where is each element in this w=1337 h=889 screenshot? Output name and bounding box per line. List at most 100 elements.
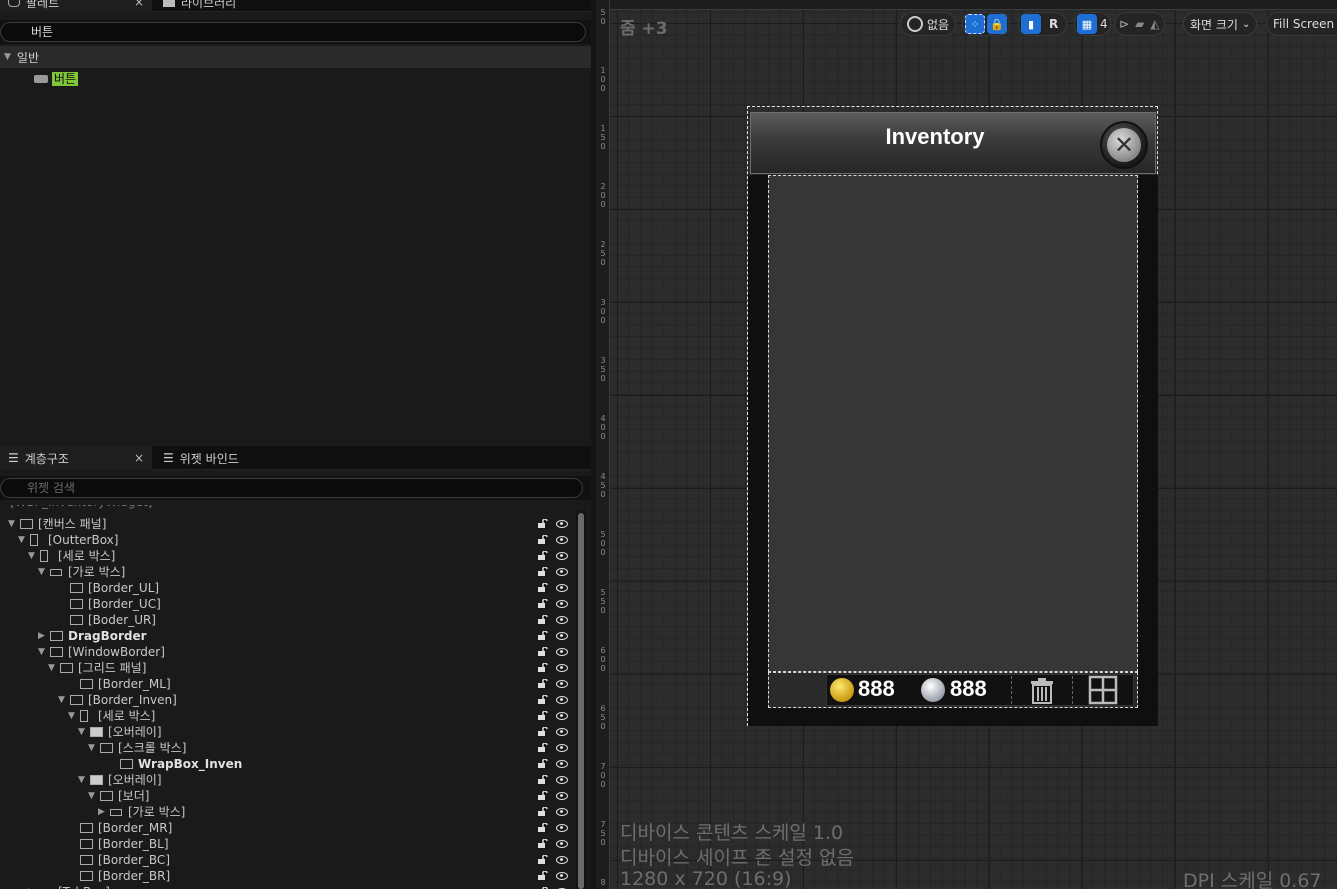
- eye-icon[interactable]: [556, 840, 568, 848]
- chevron-right-icon[interactable]: ▶: [98, 804, 108, 820]
- chevron-down-icon[interactable]: ▼: [68, 708, 78, 724]
- screen-size-dropdown[interactable]: 화면 크기 ⌄: [1183, 12, 1258, 36]
- hierarchy-scrollbar[interactable]: [576, 510, 586, 889]
- unlock-icon[interactable]: [538, 551, 548, 560]
- hierarchy-row[interactable]: ▼ [세로 박스]: [0, 548, 576, 564]
- chevron-down-icon[interactable]: ▼: [28, 548, 38, 564]
- unlock-icon[interactable]: [538, 711, 548, 720]
- landscape-icon[interactable]: ▰: [1135, 17, 1144, 31]
- chevron-down-icon[interactable]: ▼: [18, 532, 28, 548]
- trash-icon[interactable]: [1026, 675, 1058, 705]
- unlock-icon[interactable]: [538, 519, 548, 528]
- border-bottom[interactable]: [748, 708, 1158, 726]
- eye-icon[interactable]: [556, 824, 568, 832]
- hierarchy-row[interactable]: ▼ [스크롤 박스]: [0, 740, 576, 756]
- unlock-icon[interactable]: [538, 727, 548, 736]
- triangle-icon[interactable]: ◭: [1150, 17, 1159, 31]
- close-icon[interactable]: ×: [134, 451, 144, 465]
- grid-icon[interactable]: ▦: [1077, 14, 1097, 34]
- hierarchy-row[interactable]: ▼ [오버레이]: [0, 724, 576, 740]
- select-region-icon[interactable]: ⁘: [965, 14, 985, 34]
- snap-lock-group[interactable]: ⁘ 🔒: [962, 12, 1010, 36]
- hierarchy-row[interactable]: ▼ [오버레이]: [0, 772, 576, 788]
- palette-search-input[interactable]: 버튼: [0, 22, 586, 42]
- eye-icon[interactable]: [556, 776, 568, 784]
- tab-library[interactable]: 라이브러리: [155, 0, 335, 12]
- tab-palette[interactable]: 팔레트 ×: [0, 0, 152, 12]
- eye-icon[interactable]: [556, 728, 568, 736]
- eye-icon[interactable]: [556, 760, 568, 768]
- view-modes-group[interactable]: ⊳ ▰ ◭: [1114, 12, 1165, 36]
- unlock-icon[interactable]: [538, 583, 548, 592]
- unlock-icon[interactable]: [538, 679, 548, 688]
- hierarchy-row[interactable]: [Boder_UR]: [0, 612, 576, 628]
- eye-icon[interactable]: [556, 744, 568, 752]
- unlock-icon[interactable]: [538, 855, 548, 864]
- eye-icon[interactable]: [556, 856, 568, 864]
- unlock-icon[interactable]: [538, 743, 548, 752]
- eye-icon[interactable]: [556, 632, 568, 640]
- border-ml[interactable]: [748, 175, 768, 725]
- unlock-icon[interactable]: [538, 791, 548, 800]
- unlock-icon[interactable]: [538, 839, 548, 848]
- eye-icon[interactable]: [556, 680, 568, 688]
- hierarchy-row[interactable]: ▼ [OutterBox]: [0, 532, 576, 548]
- hierarchy-row[interactable]: ▼ [Border_Inven]: [0, 692, 576, 708]
- unlock-icon[interactable]: [538, 807, 548, 816]
- hierarchy-row[interactable]: WrapBox_Inven: [0, 756, 576, 772]
- chevron-down-icon[interactable]: ▼: [78, 772, 88, 788]
- chevron-down-icon[interactable]: ▼: [8, 516, 18, 532]
- grid-snap-group[interactable]: ▦ 4: [1074, 12, 1111, 36]
- hierarchy-row[interactable]: [Border_BR]: [0, 868, 576, 884]
- pivot-icon[interactable]: ▮: [1021, 14, 1041, 34]
- chevron-down-icon[interactable]: ▼: [78, 724, 88, 740]
- category-general[interactable]: ▼ 일반: [0, 46, 591, 68]
- unlock-icon[interactable]: [538, 663, 548, 672]
- sort-grid-icon[interactable]: [1087, 675, 1119, 705]
- hierarchy-row[interactable]: ▼ [WindowBorder]: [0, 644, 576, 660]
- hierarchy-row[interactable]: [Border_UL]: [0, 580, 576, 596]
- chevron-right-icon[interactable]: ▶: [38, 628, 48, 644]
- eye-icon[interactable]: [556, 712, 568, 720]
- hierarchy-row[interactable]: [Border_ML]: [0, 676, 576, 692]
- unlock-icon[interactable]: [538, 695, 548, 704]
- scrollbar-thumb[interactable]: [578, 513, 584, 889]
- eye-icon[interactable]: [556, 584, 568, 592]
- hierarchy-search-input[interactable]: 위젯 검색: [0, 478, 583, 498]
- hierarchy-row[interactable]: ▶ [TabBox]: [0, 884, 576, 889]
- unlock-icon[interactable]: [538, 567, 548, 576]
- unlock-icon[interactable]: [538, 615, 548, 624]
- unlock-icon[interactable]: [538, 631, 548, 640]
- inventory-wrapbox[interactable]: [768, 175, 1138, 672]
- respect-lock-group[interactable]: ▮ R: [1018, 12, 1068, 36]
- eye-icon[interactable]: [556, 552, 568, 560]
- hierarchy-row[interactable]: ▼ [캔버스 패널]: [0, 516, 576, 532]
- hierarchy-row[interactable]: ▼ [세로 박스]: [0, 708, 576, 724]
- hierarchy-row[interactable]: ▼ [가로 박스]: [0, 564, 576, 580]
- inventory-close-button[interactable]: ✕: [1100, 121, 1148, 169]
- chevron-down-icon[interactable]: ▼: [58, 692, 68, 708]
- lock-icon[interactable]: 🔒: [987, 14, 1007, 34]
- chevron-right-icon[interactable]: ▶: [28, 884, 38, 889]
- respect-lock-label[interactable]: R: [1043, 17, 1064, 31]
- chevron-down-icon[interactable]: ▼: [88, 740, 98, 756]
- chevron-down-icon[interactable]: ▼: [38, 564, 48, 580]
- eye-icon[interactable]: [556, 808, 568, 816]
- eye-icon[interactable]: [556, 792, 568, 800]
- chevron-down-icon[interactable]: ▼: [88, 788, 98, 804]
- tab-hierarchy[interactable]: ☰ 계층구조 ×: [0, 446, 152, 470]
- palette-item-button[interactable]: 버튼: [34, 72, 79, 86]
- fill-screen-dropdown[interactable]: Fill Screen: [1266, 12, 1337, 36]
- grid-snap-value[interactable]: 4: [1100, 17, 1108, 31]
- cursor-icon[interactable]: ⊳: [1119, 17, 1129, 31]
- unlock-icon[interactable]: [538, 535, 548, 544]
- close-icon[interactable]: ×: [134, 0, 144, 9]
- hierarchy-row[interactable]: [Border_BC]: [0, 852, 576, 868]
- hierarchy-row[interactable]: [Border_UC]: [0, 596, 576, 612]
- unlock-icon[interactable]: [538, 599, 548, 608]
- unlock-icon[interactable]: [538, 759, 548, 768]
- border-mr[interactable]: [1138, 175, 1158, 725]
- hierarchy-row[interactable]: ▼ [그리드 패널]: [0, 660, 576, 676]
- eye-icon[interactable]: [556, 696, 568, 704]
- eye-icon[interactable]: [556, 536, 568, 544]
